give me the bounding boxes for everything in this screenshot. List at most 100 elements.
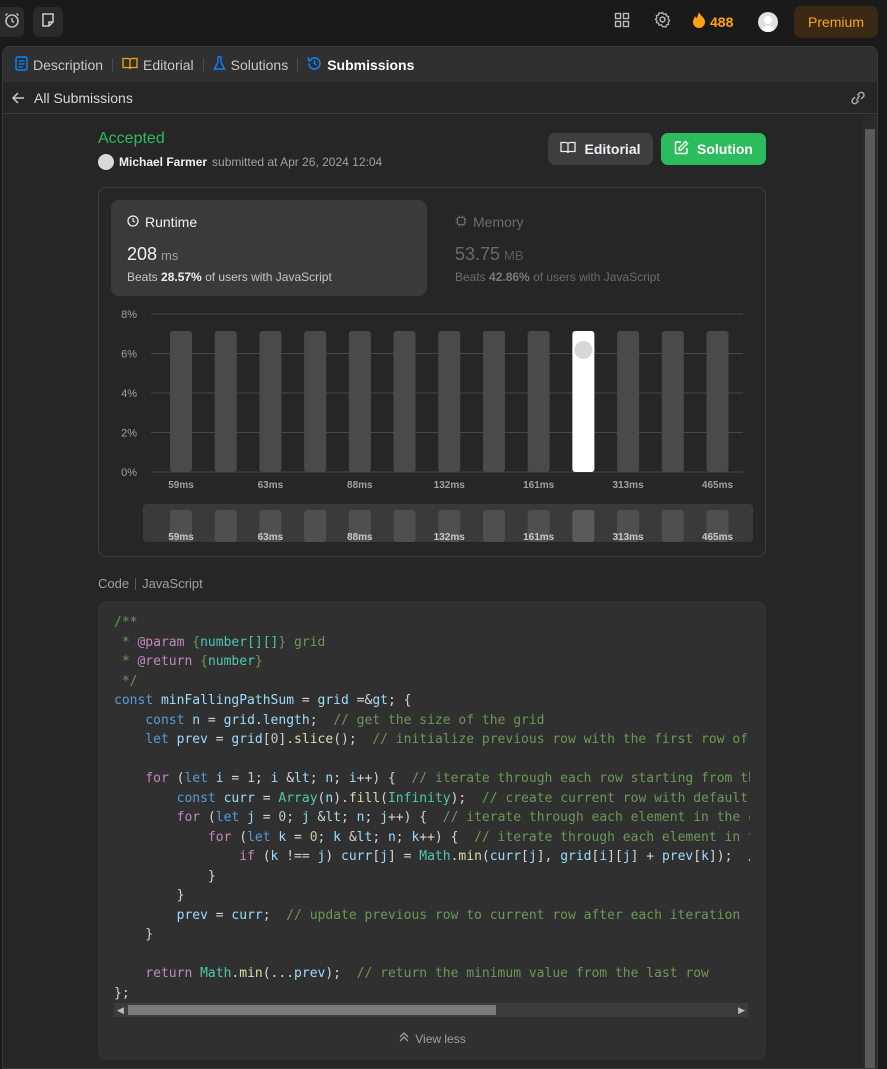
submitted-time: submitted at Apr 26, 2024 12:04: [212, 155, 383, 169]
memory-title: Memory: [455, 214, 524, 230]
code-line: prev = curr; // update previous row to c…: [176, 907, 741, 923]
chart-y-tick-label: 6%: [121, 349, 137, 361]
code-content[interactable]: /** * @param {number[][]} grid * @return…: [114, 613, 750, 1003]
scroll-right-icon[interactable]: ▶: [738, 1005, 745, 1016]
code-line: * @return {number}: [114, 654, 263, 669]
chart-bar: [259, 330, 282, 472]
history-icon: [307, 56, 322, 74]
code-line: const n = grid.length; // get the size o…: [145, 712, 545, 728]
chart-range-tick-label: 63ms: [258, 532, 284, 543]
code-line: */: [114, 673, 138, 689]
tab-submissions[interactable]: Submissions: [307, 47, 414, 82]
flask-icon: [212, 55, 226, 74]
code-horizontal-scrollbar[interactable]: ◀ ▶: [114, 1003, 748, 1017]
tab-bar: Description Editorial Solutions Submissi…: [3, 47, 877, 82]
chart-x-tick-label: 88ms: [347, 480, 373, 491]
username[interactable]: Michael Farmer: [119, 155, 207, 169]
submission-subbar: All Submissions: [3, 82, 877, 114]
chart-range-tick-label: 59ms: [168, 532, 194, 543]
editorial-button[interactable]: Editorial: [548, 133, 653, 165]
submission-panel: Description Editorial Solutions Submissi…: [2, 46, 878, 1069]
book-icon: [560, 141, 577, 157]
code-line: for (let i = 1; i &lt; n; i++) { // iter…: [145, 771, 750, 786]
chart-bar: [170, 330, 192, 472]
edit-icon: [674, 140, 689, 158]
tab-description[interactable]: Description: [15, 47, 103, 82]
stats-panel: Runtime 208 ms Beats 28.57% of users with…: [98, 187, 766, 557]
chart-range-bar: [214, 510, 237, 542]
scroll-left-icon[interactable]: ◀: [117, 1005, 124, 1016]
chevrons-up-icon: [398, 1031, 410, 1046]
code-line: if (k !== j) curr[j] = Math.min(curr[j],…: [239, 849, 750, 864]
submission-content: Accepted Michael Farmer submitted at Apr…: [3, 114, 863, 1068]
runtime-beats-pct: 28.57%: [161, 270, 202, 284]
gear-icon: [653, 11, 671, 33]
solution-button-label: Solution: [697, 141, 753, 157]
code-line: const curr = Array(n).fill(Infinity); //…: [176, 790, 749, 806]
runtime-beats-prefix: Beats: [127, 270, 158, 284]
memory-beats-pct: 42.86%: [489, 270, 530, 284]
streak-counter[interactable]: 488: [692, 12, 733, 32]
link-icon[interactable]: [849, 90, 867, 109]
tab-solutions[interactable]: Solutions: [212, 47, 289, 82]
chart-range-tick-label: 132ms: [434, 532, 466, 543]
tab-solutions-label: Solutions: [230, 56, 289, 73]
tab-description-label: Description: [33, 56, 104, 73]
chart-y-tick-label: 0%: [121, 467, 137, 479]
arrow-left-icon[interactable]: [11, 91, 25, 108]
status-text: Accepted: [98, 130, 165, 147]
view-less-button[interactable]: View less: [98, 1031, 766, 1046]
settings-button[interactable]: [652, 11, 672, 33]
runtime-beats-suffix: of users with JavaScript: [205, 270, 332, 284]
chart-range-bar: [572, 510, 595, 542]
memory-card[interactable]: Memory 53.75 MB Beats 42.86% of users wit…: [439, 200, 755, 296]
tab-editorial[interactable]: Editorial: [122, 47, 194, 82]
chart-bar: [393, 330, 416, 472]
solution-button[interactable]: Solution: [661, 133, 766, 165]
chart-y-tick-label: 2%: [121, 428, 137, 440]
runtime-card[interactable]: Runtime 208 ms Beats 28.57% of users with…: [111, 200, 427, 296]
chart-x-tick-label: 132ms: [434, 480, 466, 491]
panel-scroll-thumb[interactable]: [865, 129, 875, 1068]
code-header-divider: [135, 577, 137, 590]
chart-bar: [661, 330, 684, 472]
view-less-label: View less: [415, 1031, 466, 1046]
notes-button[interactable]: [33, 7, 63, 37]
alarm-clock-button[interactable]: [0, 7, 24, 37]
submission-info: Michael Farmer submitted at Apr 26, 2024…: [98, 154, 382, 170]
chart-user-avatar-marker: [572, 338, 595, 361]
chart-range-bar: [304, 510, 327, 542]
chart-bar: [482, 330, 505, 472]
premium-button[interactable]: Premium: [794, 6, 878, 38]
chart-bar: [527, 330, 550, 472]
tab-divider: [297, 57, 299, 72]
chart-range-tick-label: 88ms: [347, 532, 373, 543]
document-icon: [15, 55, 28, 74]
runtime-title: Runtime: [127, 214, 197, 230]
code-language: JavaScript: [142, 576, 203, 591]
user-avatar[interactable]: [758, 12, 778, 32]
code-block: /** * @param {number[][]} grid * @return…: [98, 601, 766, 1060]
streak-count: 488: [710, 14, 734, 30]
runtime-unit: ms: [161, 248, 179, 263]
chart-bar: [438, 330, 461, 472]
code-line: for (let j = 0; j &lt; n; j++) { // iter…: [176, 810, 750, 825]
code-scroll-thumb[interactable]: [128, 1005, 496, 1015]
panel-scrollbar[interactable]: [863, 115, 877, 1068]
layout-button[interactable]: [612, 12, 632, 32]
chip-icon: [455, 214, 467, 230]
chart-range-tick-label: 465ms: [702, 532, 734, 543]
flame-icon: [692, 12, 706, 32]
all-submissions-link[interactable]: All Submissions: [34, 90, 133, 106]
alarm-clock-icon: [3, 11, 21, 34]
chart-bar: [617, 330, 640, 472]
chart-x-tick-label: 465ms: [702, 480, 734, 491]
chart-y-tick-label: 8%: [121, 309, 137, 321]
chart-range-tick-label: 313ms: [613, 532, 645, 543]
code-label: Code: [98, 576, 130, 591]
chart-x-tick-label: 63ms: [258, 480, 284, 491]
code-header: Code JavaScript: [98, 576, 203, 591]
book-icon: [122, 57, 138, 73]
note-icon: [40, 12, 56, 33]
